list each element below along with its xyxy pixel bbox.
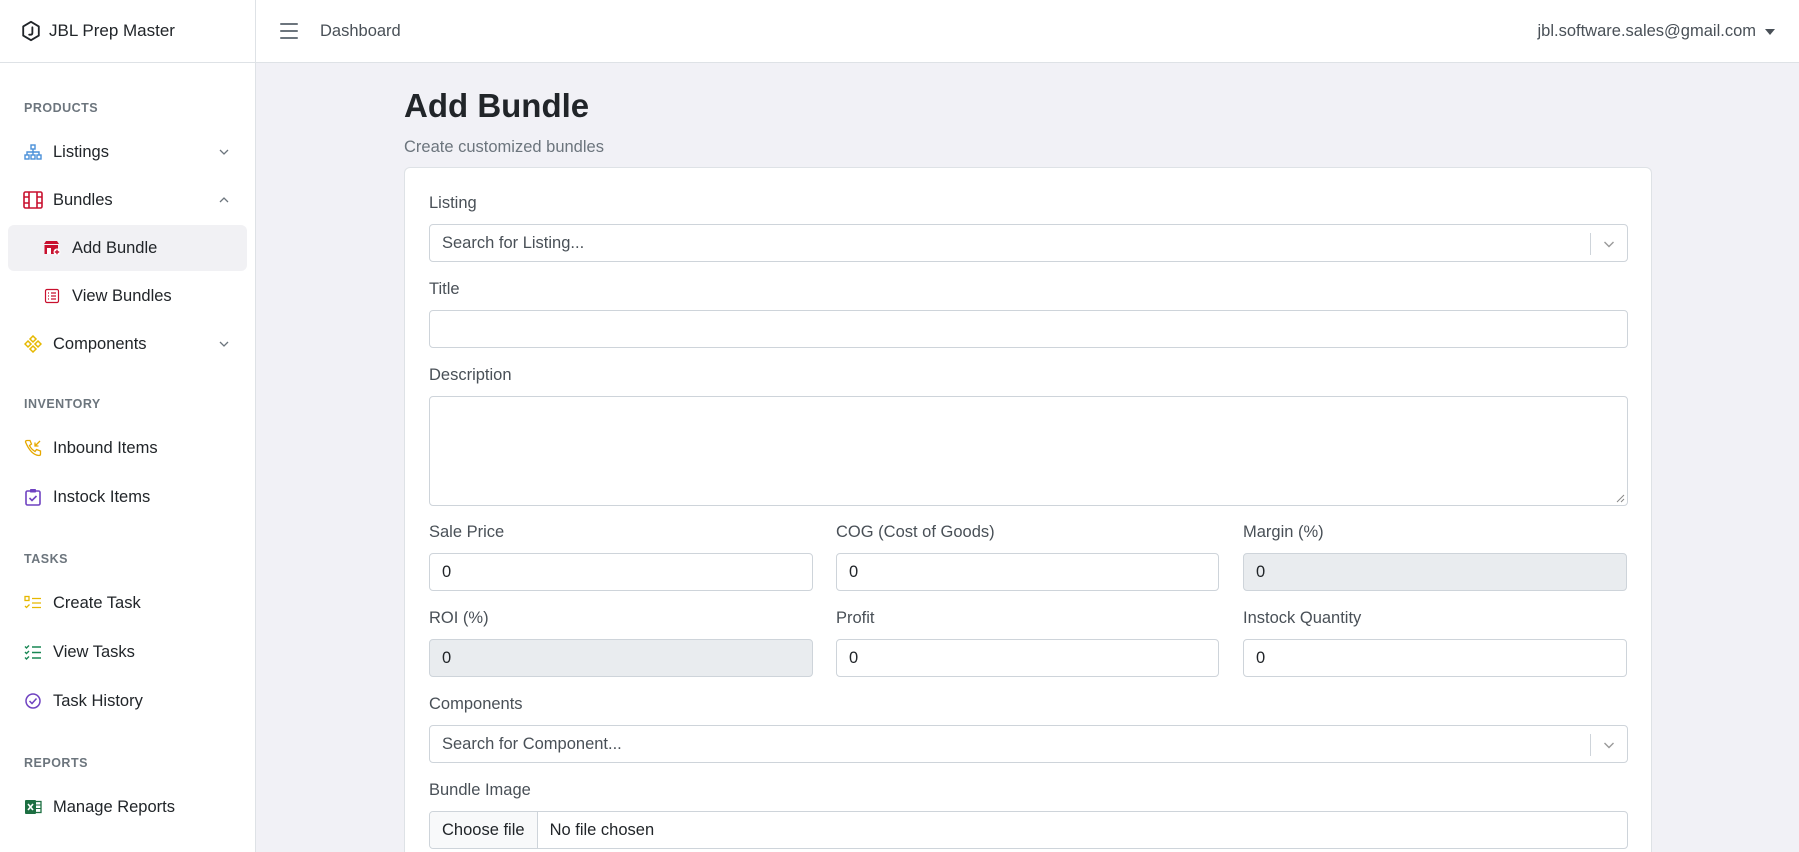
sidebar-item-task-history[interactable]: Task History <box>8 678 247 724</box>
sidebar-item-label: Inbound Items <box>53 438 158 457</box>
sidebar-item-label: Components <box>53 334 147 353</box>
sidebar-item-instock-items[interactable]: Instock Items <box>8 474 247 520</box>
section-label-reports: REPORTS <box>24 756 88 770</box>
sidebar-item-label: Task History <box>53 691 143 710</box>
file-status: No file chosen <box>549 820 655 839</box>
check-circle-icon <box>22 690 44 712</box>
description-textarea[interactable] <box>429 396 1628 506</box>
sidebar-item-view-bundles[interactable]: View Bundles <box>8 273 247 319</box>
instock-quantity-value: 0 <box>1256 648 1266 667</box>
margin-label: Margin (%) <box>1243 523 1324 541</box>
title-label: Title <box>429 280 460 298</box>
sitemap-icon <box>22 141 44 163</box>
listing-select-placeholder: Search for Listing... <box>442 233 585 252</box>
phone-incoming-icon <box>22 437 44 459</box>
add-bundle-form: Listing Search for Listing... Title Desc… <box>404 167 1652 852</box>
bundle-image-file-input[interactable]: Choose file No file chosen <box>429 811 1628 849</box>
sidebar-item-create-task[interactable]: Create Task <box>8 580 247 626</box>
roi-value: 0 <box>442 648 452 667</box>
cog-value: 0 <box>849 562 859 581</box>
title-input[interactable] <box>429 310 1628 348</box>
instock-quantity-input[interactable]: 0 <box>1243 639 1627 677</box>
sidebar: JBL Prep Master PRODUCTS Listings Bundle… <box>0 0 256 852</box>
page-title: Add Bundle <box>404 87 590 124</box>
sale-price-value: 0 <box>442 562 452 581</box>
chevron-down-icon[interactable] <box>1601 737 1617 753</box>
select-separator <box>1590 734 1591 756</box>
select-separator <box>1590 233 1591 255</box>
sidebar-item-label: Create Task <box>53 593 141 612</box>
margin-value: 0 <box>1256 562 1266 581</box>
sidebar-nav: PRODUCTS Listings Bundles Add Bundle Vie… <box>0 101 255 830</box>
components-select[interactable]: Search for Component... <box>429 725 1628 763</box>
brand[interactable]: JBL Prep Master <box>0 0 255 63</box>
user-email: jbl.software.sales@gmail.com <box>1537 22 1757 40</box>
chevron-down-icon[interactable] <box>1601 236 1617 252</box>
instock-quantity-label: Instock Quantity <box>1243 609 1362 627</box>
breadcrumb[interactable]: Dashboard <box>320 22 401 41</box>
profit-value: 0 <box>849 648 859 667</box>
resize-handle-icon[interactable] <box>1616 494 1625 503</box>
sidebar-item-bundles[interactable]: Bundles <box>8 177 247 223</box>
excel-icon <box>22 796 44 818</box>
roi-label: ROI (%) <box>429 609 489 627</box>
sidebar-item-label: Add Bundle <box>72 238 158 257</box>
section-label-tasks: TASKS <box>24 552 68 566</box>
list-check-icon <box>22 641 44 663</box>
sale-price-input[interactable]: 0 <box>429 553 813 591</box>
bundle-image-label: Bundle Image <box>429 781 531 799</box>
components-icon <box>22 333 44 355</box>
profit-label: Profit <box>836 609 875 627</box>
page-subtitle: Create customized bundles <box>404 138 604 156</box>
sidebar-item-inbound-items[interactable]: Inbound Items <box>8 425 247 471</box>
profit-input[interactable]: 0 <box>836 639 1219 677</box>
components-select-placeholder: Search for Component... <box>442 734 622 753</box>
listing-label: Listing <box>429 194 477 212</box>
sidebar-item-label: Bundles <box>53 190 113 209</box>
sidebar-item-view-tasks[interactable]: View Tasks <box>8 629 247 675</box>
sidebar-item-label: View Tasks <box>53 642 135 661</box>
app-title: JBL Prep Master <box>49 21 175 40</box>
film-icon <box>22 189 44 211</box>
sidebar-item-label: Manage Reports <box>53 797 175 816</box>
components-label: Components <box>429 695 523 713</box>
listing-select[interactable]: Search for Listing... <box>429 224 1628 262</box>
cog-input[interactable]: 0 <box>836 553 1219 591</box>
caret-down-icon <box>1765 28 1775 35</box>
shop-add-icon <box>41 237 63 259</box>
chevron-up-icon <box>219 197 229 203</box>
sidebar-item-label: Listings <box>53 142 109 161</box>
sidebar-item-components[interactable]: Components <box>8 321 247 367</box>
sidebar-item-manage-reports[interactable]: Manage Reports <box>8 784 247 830</box>
chevron-down-icon <box>219 149 229 155</box>
roi-input: 0 <box>429 639 813 677</box>
main-content: Add Bundle Create customized bundles Lis… <box>256 63 1799 852</box>
chevron-down-icon <box>219 341 229 347</box>
hamburger-menu-icon[interactable] <box>280 23 298 39</box>
sidebar-item-label: View Bundles <box>72 286 172 305</box>
sidebar-item-listings[interactable]: Listings <box>8 129 247 175</box>
checklist-icon <box>22 592 44 614</box>
user-menu[interactable]: jbl.software.sales@gmail.com <box>1537 0 1775 63</box>
clipboard-check-icon <box>22 486 44 508</box>
choose-file-button[interactable]: Choose file <box>430 812 538 848</box>
sidebar-item-label: Instock Items <box>53 487 151 506</box>
sale-price-label: Sale Price <box>429 523 505 541</box>
sidebar-item-add-bundle[interactable]: Add Bundle <box>8 225 247 271</box>
margin-input: 0 <box>1243 553 1627 591</box>
top-header: Dashboard jbl.software.sales@gmail.com <box>256 0 1799 63</box>
list-document-icon <box>41 285 63 307</box>
section-label-inventory: INVENTORY <box>24 397 101 411</box>
section-label-products: PRODUCTS <box>24 101 99 115</box>
hexagon-logo-icon <box>22 20 40 42</box>
description-label: Description <box>429 366 512 384</box>
cog-label: COG (Cost of Goods) <box>836 523 995 541</box>
